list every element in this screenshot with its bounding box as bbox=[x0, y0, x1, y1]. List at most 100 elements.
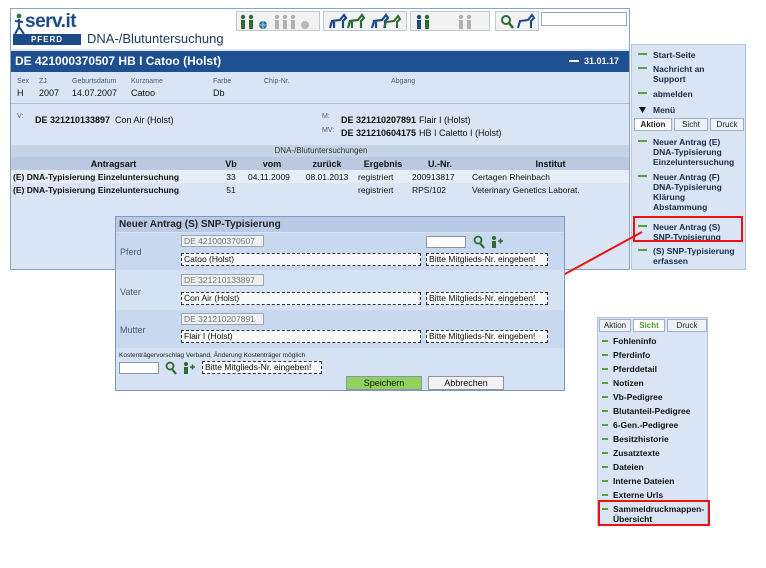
search-person-icon[interactable] bbox=[164, 361, 178, 375]
zj-label: ZJ bbox=[39, 78, 47, 85]
col-unr: U.-Nr. bbox=[410, 157, 470, 170]
snp-dialog: Neuer Antrag (S) SNP-Typisierung Pferd D… bbox=[115, 216, 565, 391]
highlight-box-menu bbox=[633, 216, 743, 242]
horse-pair-icon[interactable] bbox=[370, 13, 402, 29]
globe-icon[interactable] bbox=[259, 21, 267, 29]
exit-label: Abgang bbox=[391, 78, 416, 85]
sire-name[interactable]: Con Air (Holst) bbox=[115, 115, 174, 125]
table-row[interactable]: (E) DNA-Typisierung Einzeluntersuchung 3… bbox=[11, 170, 629, 183]
dam-label: M: bbox=[322, 113, 330, 120]
quick-search-input[interactable] bbox=[541, 12, 627, 26]
bullet-icon bbox=[602, 382, 608, 384]
header-date: 31.01.17 bbox=[583, 56, 619, 66]
cell-antragsart: (E) DNA-Typisierung Einzeluntersuchung bbox=[11, 170, 216, 183]
cost-member-input[interactable] bbox=[119, 362, 159, 374]
row-label: Mutter bbox=[120, 325, 146, 335]
table-row[interactable]: (E) DNA-Typisierung Einzeluntersuchung 5… bbox=[11, 183, 629, 196]
shortname-value: Catoo bbox=[131, 88, 156, 98]
people-icon[interactable] bbox=[240, 14, 254, 29]
toolbar-group-horses bbox=[323, 11, 407, 31]
col-zurueck: zurück bbox=[298, 157, 356, 170]
bullet-icon bbox=[602, 480, 608, 482]
bullet-icon bbox=[638, 53, 647, 55]
bullet-icon bbox=[602, 368, 608, 370]
bullet-icon bbox=[602, 438, 608, 440]
col-antragsart: Antragsart bbox=[11, 157, 216, 170]
cell-institut: Certagen Rheinbach bbox=[470, 170, 629, 183]
cost-note: Kostenträgervorschlag Verband, Änderung … bbox=[119, 352, 306, 359]
save-button[interactable]: Speichern bbox=[346, 376, 422, 390]
damsire-name[interactable]: HB I Caletto I (Holst) bbox=[419, 128, 502, 138]
horse-title: DE 421000370507 HB I Catoo (Holst) bbox=[15, 54, 222, 68]
brand-name: serv.it bbox=[25, 11, 77, 32]
add-person-icon[interactable] bbox=[181, 361, 195, 375]
bullet-icon bbox=[638, 140, 647, 142]
sire-label: V: bbox=[17, 113, 24, 120]
tab-aktion[interactable]: Aktion bbox=[599, 319, 631, 332]
row-id-field: DE 321210133897 bbox=[181, 274, 264, 286]
dialog-row-vater: Vater DE 321210133897 Con Air (Holst) Bi… bbox=[116, 271, 564, 309]
dialog-title: Neuer Antrag (S) SNP-Typisierung bbox=[116, 217, 564, 232]
cell-zurueck: 08.01.2013 bbox=[298, 170, 356, 183]
bullet-icon bbox=[638, 92, 647, 94]
bullet-icon bbox=[602, 424, 608, 426]
tab-druck[interactable]: Druck bbox=[710, 118, 744, 131]
top-bar: serv.it PFERD DNA-/Blutuntersuchung bbox=[11, 9, 629, 49]
row-name-field[interactable]: Flair I (Holst) bbox=[181, 330, 421, 343]
member-input[interactable] bbox=[426, 236, 466, 248]
cell-zurueck bbox=[298, 183, 356, 196]
sex-label: Sex bbox=[17, 78, 30, 85]
toolbar-group-search bbox=[495, 11, 539, 31]
dna-table-caption: DNA-/Blutuntersuchungen bbox=[11, 145, 629, 157]
row-name-field[interactable]: Con Air (Holst) bbox=[181, 292, 421, 305]
col-institut: Institut bbox=[470, 157, 629, 170]
tab-aktion[interactable]: Aktion bbox=[634, 118, 672, 131]
birth-label: Geburtsdatum bbox=[72, 78, 117, 85]
triangle-down-icon bbox=[639, 107, 646, 113]
search-person-icon[interactable] bbox=[472, 235, 486, 249]
col-vb: Vb bbox=[216, 157, 246, 170]
cell-vb: 51 bbox=[216, 183, 246, 196]
cell-vb: 33 bbox=[216, 170, 246, 183]
row-name-field[interactable]: Catoo (Holst) bbox=[181, 253, 421, 266]
bullet-icon bbox=[602, 452, 608, 454]
cell-ergebnis: registriert bbox=[356, 170, 410, 183]
tab-sicht[interactable]: Sicht bbox=[674, 118, 708, 131]
person-pair-icon[interactable] bbox=[416, 14, 430, 29]
shortname-label: Kurzname bbox=[131, 78, 163, 85]
bullet-icon bbox=[602, 396, 608, 398]
brand-sub: PFERD bbox=[13, 34, 81, 45]
bullet-icon bbox=[602, 340, 608, 342]
tab-druck[interactable]: Druck bbox=[667, 319, 707, 332]
cell-antragsart: (E) DNA-Typisierung Einzeluntersuchung bbox=[11, 183, 216, 196]
cell-vom bbox=[246, 183, 298, 196]
cell-unr: RPS/102 bbox=[410, 183, 470, 196]
globe-grey-icon[interactable] bbox=[301, 21, 309, 29]
horse-green-icon[interactable] bbox=[346, 13, 366, 29]
chip-label: Chip-Nr. bbox=[264, 78, 290, 85]
col-ergebnis: Ergebnis bbox=[356, 157, 410, 170]
damsire-id[interactable]: DE 321210604175 bbox=[341, 128, 416, 138]
add-person-icon[interactable] bbox=[489, 235, 503, 249]
cell-unr: 200913817 bbox=[410, 170, 470, 183]
tab-sicht[interactable]: Sicht bbox=[633, 319, 665, 332]
cancel-button[interactable]: Abbrechen bbox=[428, 376, 504, 390]
horse-icon[interactable] bbox=[328, 13, 348, 29]
search-person-icon[interactable] bbox=[501, 15, 514, 29]
sire-id[interactable]: DE 321210133897 bbox=[35, 115, 110, 125]
person-pair-grey-icon[interactable] bbox=[458, 14, 472, 29]
dam-id[interactable]: DE 321210207891 bbox=[341, 115, 416, 125]
header-arrow-icon[interactable] bbox=[569, 60, 579, 62]
sicht-panel: Aktion Sicht Druck Fohleninfo Pferdinfo … bbox=[597, 317, 708, 526]
bullet-icon bbox=[602, 494, 608, 496]
sex-value: H bbox=[17, 88, 24, 98]
servit-logo[interactable]: serv.it PFERD bbox=[13, 11, 81, 45]
dam-name[interactable]: Flair I (Holst) bbox=[419, 115, 471, 125]
dialog-row-pferd: Pferd DE 421000370507 Catoo (Holst) Bitt… bbox=[116, 233, 564, 270]
zj-value: 2007 bbox=[39, 88, 60, 98]
bullet-icon bbox=[602, 354, 608, 356]
search-horse-icon[interactable] bbox=[517, 13, 536, 29]
people-grey-icon[interactable] bbox=[274, 14, 296, 29]
row-id-field: DE 321210207891 bbox=[181, 313, 264, 325]
bullet-icon bbox=[602, 466, 608, 468]
